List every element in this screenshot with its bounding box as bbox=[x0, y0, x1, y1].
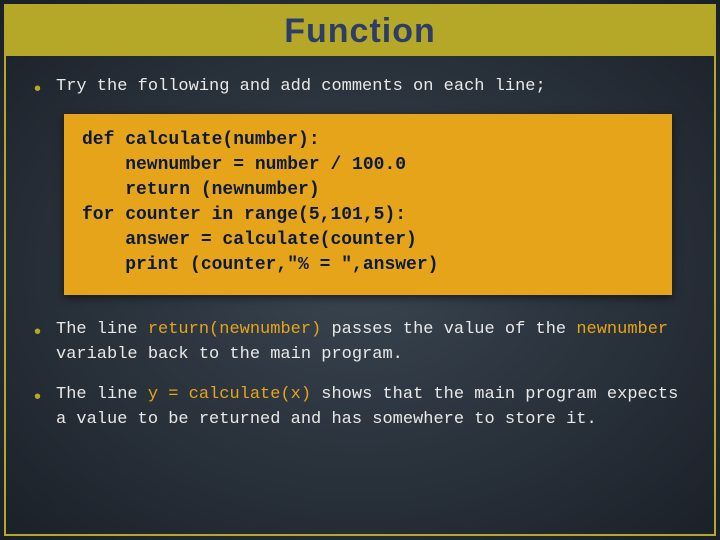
bullet-list: Try the following and add comments on ea… bbox=[30, 74, 690, 100]
content-area: Try the following and add comments on ea… bbox=[6, 56, 714, 457]
title-bar: Function bbox=[6, 6, 714, 56]
code-line: print (counter,"% = ",answer) bbox=[82, 255, 438, 275]
code-line: def calculate(number): bbox=[82, 130, 320, 150]
code-inline: return(newnumber) bbox=[148, 320, 321, 339]
bullet-explain-2: The line y = calculate(x) shows that the… bbox=[30, 382, 690, 433]
text: The line bbox=[56, 320, 148, 339]
code-line: for counter in range(5,101,5): bbox=[82, 205, 406, 225]
slide-title: Function bbox=[284, 12, 436, 51]
text: variable back to the main program. bbox=[56, 345, 403, 364]
code-line: return (newnumber) bbox=[82, 180, 320, 200]
bullet-explain-1: The line return(newnumber) passes the va… bbox=[30, 317, 690, 368]
code-line: answer = calculate(counter) bbox=[82, 230, 417, 250]
text: The line bbox=[56, 385, 148, 404]
text: passes the value of the bbox=[321, 320, 576, 339]
bullet-intro: Try the following and add comments on ea… bbox=[30, 74, 690, 100]
slide-border: Function Try the following and add comme… bbox=[4, 4, 716, 536]
code-block: def calculate(number): newnumber = numbe… bbox=[64, 114, 672, 295]
bullet-list-explain: The line return(newnumber) passes the va… bbox=[30, 317, 690, 433]
code-line: newnumber = number / 100.0 bbox=[82, 155, 406, 175]
code-inline: y = calculate(x) bbox=[148, 385, 311, 404]
code-inline: newnumber bbox=[576, 320, 668, 339]
